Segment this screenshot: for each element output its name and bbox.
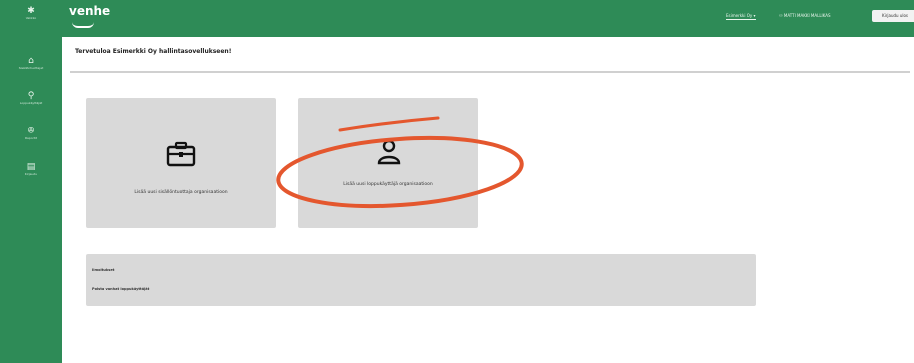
highlight-circle [276, 135, 524, 209]
highlight-stroke [338, 116, 440, 132]
annotation-overlay [276, 116, 524, 209]
